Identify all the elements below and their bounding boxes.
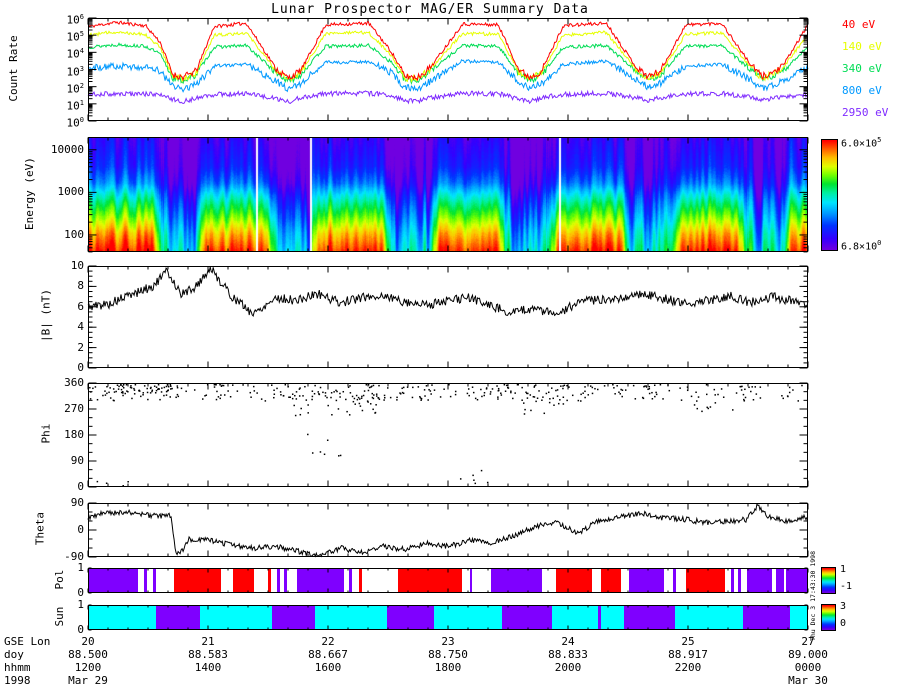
bottom-axis-value: 22 (321, 635, 335, 648)
bottom-axis-value: 1200 (74, 661, 102, 674)
spectrogram-colorbar (821, 139, 838, 251)
y-tick-label: 180 (64, 428, 84, 441)
bottom-axis-value: 25 (681, 635, 695, 648)
legend-entry: 2950 eV (842, 106, 889, 119)
sun-colorbar (821, 604, 836, 631)
count-rate-axis-title: Count Rate (7, 35, 20, 102)
y-tick-label: 0 (77, 523, 84, 536)
energy-axis-title: Energy (eV) (23, 157, 36, 230)
y-tick-label: 105 (66, 30, 84, 44)
bottom-axis-value: 1600 (314, 661, 342, 674)
panel-phi (87, 382, 809, 488)
bottom-axis-value: 27 (801, 635, 815, 648)
bottom-axis-value: 88.833 (548, 648, 588, 661)
y-tick-label: 1 (77, 561, 84, 574)
sun-colorbar-min-label: 0 (840, 618, 847, 629)
bottom-axis-value: 23 (441, 635, 455, 648)
bottom-axis-value: 0000 (794, 661, 822, 674)
y-tick-label: 2 (77, 340, 84, 354)
y-tick-label: 106 (66, 13, 84, 27)
y-tick-label: 6 (77, 299, 84, 313)
bottom-axis-value: 88.667 (308, 648, 348, 661)
pol-colorbar (821, 567, 836, 594)
y-tick-label: 0 (77, 480, 84, 493)
bottom-axis-value: 1400 (194, 661, 222, 674)
y-tick-label: 0 (77, 361, 84, 374)
y-tick-label: 1000 (57, 185, 85, 199)
lunar-prospector-summary-plot: Lunar Prospector MAG/ER Summary Data Cou… (0, 0, 900, 700)
y-tick-label: 104 (66, 47, 84, 61)
bottom-axis-row-label-doy: doy (4, 648, 24, 661)
colorbar-max-label: 6.0×105 (841, 136, 882, 150)
y-tick-label: 90 (70, 454, 84, 467)
bottom-axis-value: 20 (81, 635, 95, 648)
y-tick-label: 10000 (50, 142, 84, 156)
panel-count-rate (87, 17, 809, 122)
legend-entry: 140 eV (842, 40, 882, 53)
bottom-axis-value: 1800 (434, 661, 462, 674)
bottom-axis-value: 89.000 (788, 648, 828, 661)
bottom-axis-value: 88.583 (188, 648, 228, 661)
bottom-axis-value: 88.500 (68, 648, 108, 661)
legend-entry: 40 eV (842, 18, 876, 31)
bottom-axis-row-label-hhmm: hhmm (4, 661, 31, 674)
bottom-axis-value: 2000 (554, 661, 582, 674)
plot-title: Lunar Prospector MAG/ER Summary Data (271, 2, 589, 17)
colorbar-min-label: 6.8×100 (841, 239, 882, 253)
y-tick-label: 90 (70, 496, 84, 509)
panel-sun (87, 604, 809, 631)
y-tick-label: 10 (70, 259, 84, 272)
panel-spectrogram (87, 137, 809, 253)
y-tick-label: 102 (66, 81, 84, 96)
y-tick-label: 270 (64, 402, 84, 415)
legend-entry: 800 eV (842, 84, 882, 97)
y-tick-label: 8 (77, 279, 84, 293)
sun-colorbar-max-label: 3 (840, 601, 847, 612)
bottom-axis-value: 88.917 (668, 648, 708, 661)
panel-bmag (87, 265, 809, 369)
y-tick-label: 4 (77, 320, 84, 334)
legend-entry: 340 eV (842, 62, 882, 75)
y-tick-label: 103 (66, 64, 84, 79)
bottom-axis-row-label-year: 1998 (4, 674, 31, 687)
y-tick-label: 100 (64, 227, 84, 241)
y-tick-label: 100 (66, 116, 84, 130)
bottom-axis-value: Mar 29 (68, 674, 108, 687)
y-tick-label: 360 (64, 376, 84, 389)
y-tick-label: 1 (77, 598, 84, 611)
y-tick-label: 101 (66, 98, 84, 113)
pol-colorbar-min-label: -1 (840, 581, 853, 592)
bottom-axis-value: 24 (561, 635, 575, 648)
bottom-axis-value: Mar 30 (788, 674, 828, 687)
pol-colorbar-max-label: 1 (840, 564, 847, 575)
creation-timestamp: Thu Dec 3 17:43:30 1998 (809, 551, 817, 642)
bottom-axis-value: 88.750 (428, 648, 468, 661)
panel-theta (87, 502, 809, 558)
panel-pol (87, 567, 809, 594)
bottom-axis-value: 21 (201, 635, 215, 648)
bottom-axis-value: 2200 (674, 661, 702, 674)
